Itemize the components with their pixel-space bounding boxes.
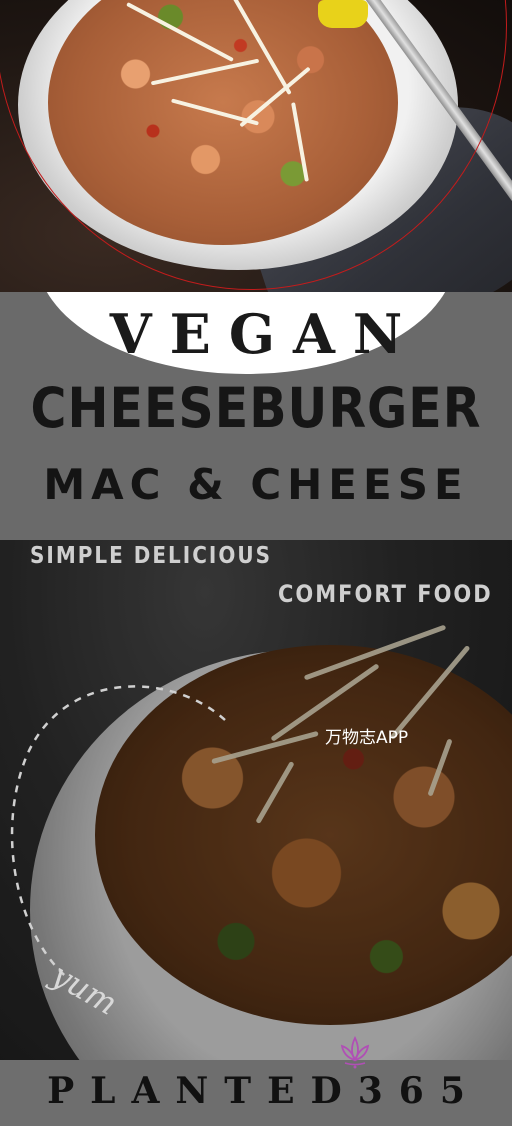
top-food-photo	[0, 0, 512, 292]
bottom-food-photo: SIMPLE DELICIOUS COMFORT FOOD 万物志APP yum	[0, 540, 512, 1060]
title-vegan: VEGAN	[109, 302, 421, 366]
dashed-arc	[10, 685, 226, 981]
title-mac-and-cheese: MAC & CHEESE	[43, 460, 469, 509]
title-band: VEGAN CHEESEBURGER MAC & CHEESE	[0, 292, 512, 540]
pin-graphic: VEGAN CHEESEBURGER MAC & CHEESE SIMPLE D…	[0, 0, 512, 1126]
brand-footer: PLANTED365	[0, 1035, 512, 1126]
caption-comfort-food: COMFORT FOOD	[278, 580, 493, 608]
watermark: 万物志APP	[325, 728, 409, 748]
title-cheeseburger: CHEESEBURGER	[30, 376, 482, 441]
caption-simple-delicious: SIMPLE DELICIOUS	[30, 541, 272, 569]
brand-name: PLANTED365	[47, 1070, 481, 1112]
lotus-logo-icon	[340, 1035, 370, 1069]
